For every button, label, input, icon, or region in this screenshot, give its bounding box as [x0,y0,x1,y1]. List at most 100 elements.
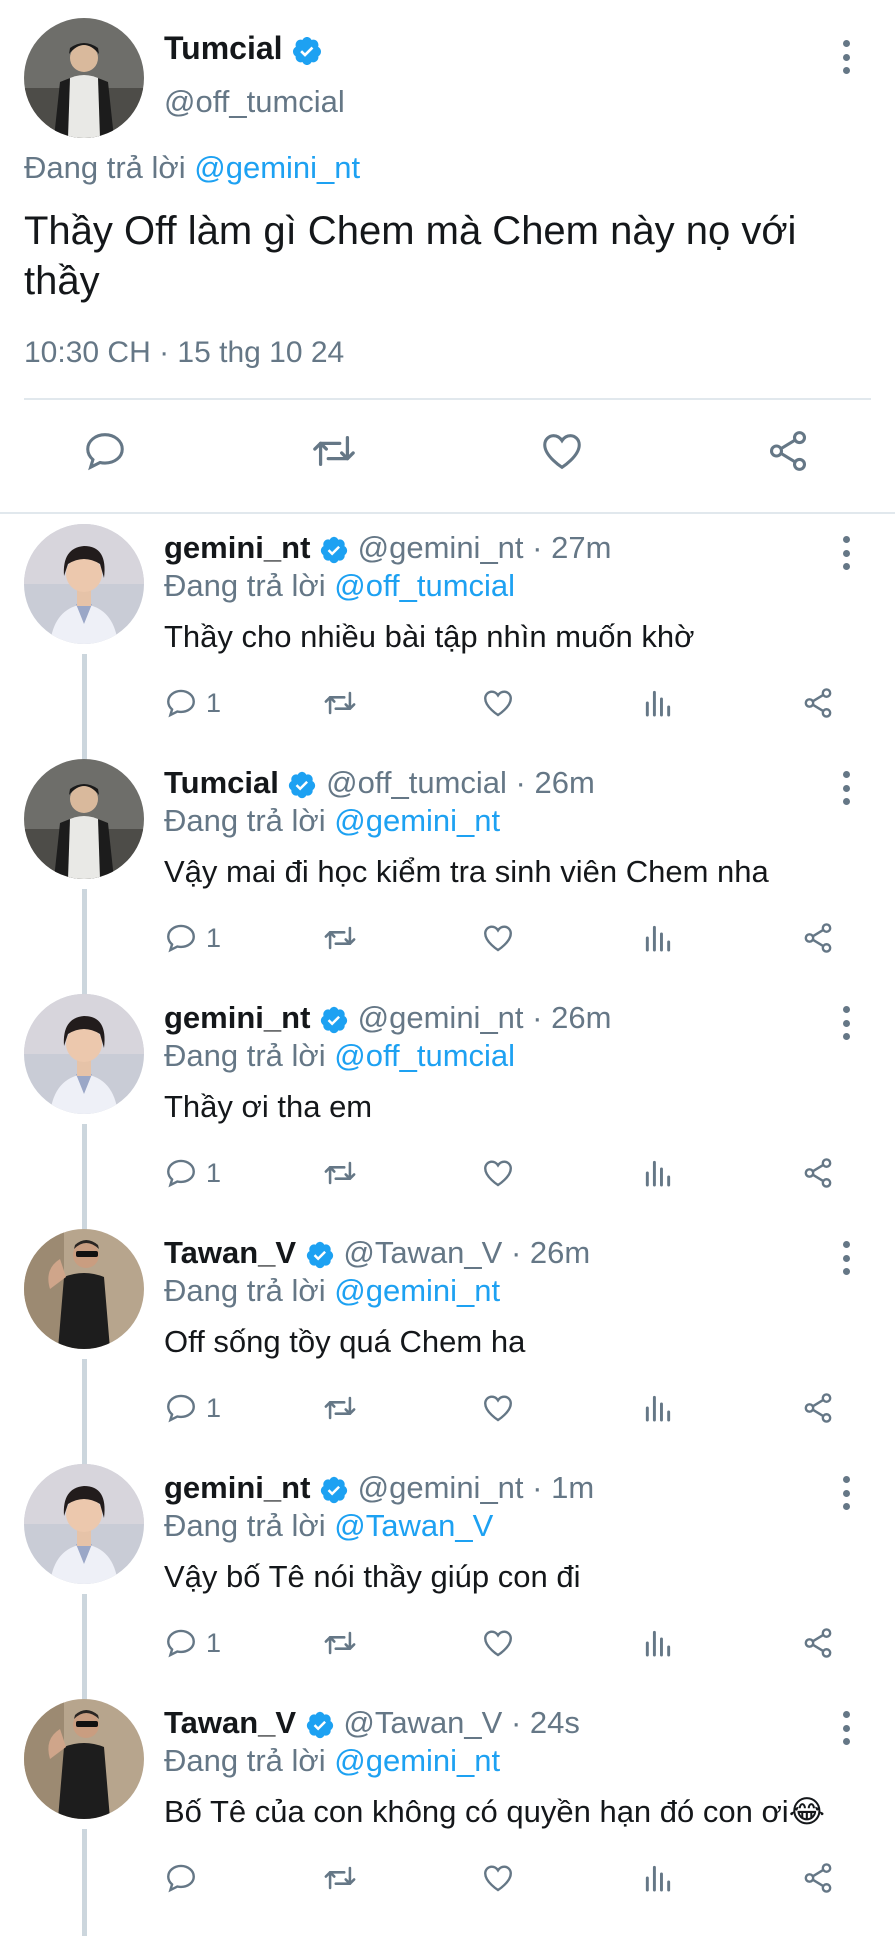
verified-badge-icon [320,1006,348,1033]
verified-badge-icon [320,1476,348,1503]
reply-tweet[interactable]: gemini_nt @gemini_nt · 1m Đang trả lời @… [0,1454,895,1701]
avatar[interactable] [24,1699,144,1819]
author-handle[interactable]: @gemini_nt [358,1000,524,1035]
replying-to: Đang trả lời @Tawan_V [164,1508,493,1544]
reply-icon[interactable] [82,428,128,479]
reply-icon [167,924,195,953]
reply-button[interactable]: 1 [164,921,221,955]
share-icon[interactable] [764,428,812,479]
like-icon[interactable] [480,1861,516,1895]
avatar[interactable] [24,524,144,644]
verified-badge-icon [306,1241,333,1268]
replying-to: Đang trả lời @off_tumcial [164,568,515,604]
like-icon[interactable] [538,428,586,479]
reply-timestamp[interactable]: · 26m [532,1000,611,1035]
analytics-icon[interactable] [642,1626,674,1660]
replying-to-mention[interactable]: @Tawan_V [334,1508,493,1543]
tweet-text: Thầy Off làm gì Chem mà Chem này nọ với … [24,209,797,303]
avatar[interactable] [24,1464,144,1584]
author-handle[interactable]: @gemini_nt [358,530,524,565]
author-name[interactable]: gemini_nt [164,1000,310,1035]
replying-to-mention[interactable]: @gemini_nt [334,1273,500,1308]
more-options-icon[interactable] [839,1006,853,1040]
like-icon[interactable] [480,921,516,955]
share-icon[interactable] [800,1391,836,1425]
like-icon[interactable] [480,1156,516,1190]
more-options-icon[interactable] [839,1711,853,1745]
author-handle[interactable]: @gemini_nt [358,1470,524,1505]
reply-timestamp[interactable]: · 1m [532,1470,594,1505]
replying-to-mention[interactable]: @gemini_nt [194,150,360,185]
analytics-icon[interactable] [642,1391,674,1425]
replying-prefix: Đang trả lời [164,803,326,838]
main-tweet: Tumcial @off_tumcial Đang trả lời @gemin… [0,0,895,514]
retweet-icon[interactable] [320,1391,360,1425]
author-name[interactable]: gemini_nt [164,1470,310,1505]
reply-button[interactable]: 1 [164,686,221,720]
reply-count: 1 [206,922,222,953]
reply-timestamp[interactable]: · 24s [511,1705,580,1740]
analytics-icon[interactable] [642,1861,674,1895]
avatar[interactable] [24,1229,144,1349]
thread-connector-line [82,654,87,761]
reply-button[interactable] [164,1861,206,1895]
reply-tweet[interactable]: Tawan_V @Tawan_V · 24s Đang trả lời @gem… [0,1689,895,1936]
reply-timestamp[interactable]: · 27m [532,530,611,565]
reply-timestamp[interactable]: · 26m [511,1235,590,1270]
author-handle[interactable]: @off_tumcial [326,765,507,800]
author-handle[interactable]: @off_tumcial [164,84,345,120]
reply-button[interactable]: 1 [164,1156,221,1190]
replying-to-mention[interactable]: @gemini_nt [334,1743,500,1778]
tweet-timestamp[interactable]: 10:30 CH · 15 thg 10 24 [24,336,344,370]
share-icon[interactable] [800,1861,836,1895]
more-options-icon[interactable] [839,1476,853,1510]
like-icon[interactable] [480,1391,516,1425]
share-icon[interactable] [800,1626,836,1660]
author-name[interactable]: Tawan_V [164,1235,296,1270]
reply-tweet[interactable]: gemini_nt @gemini_nt · 26m Đang trả lời … [0,984,895,1231]
retweet-icon[interactable] [320,686,360,720]
retweet-icon[interactable] [320,1156,360,1190]
replying-to-mention[interactable]: @gemini_nt [334,803,500,838]
author-name[interactable]: gemini_nt [164,530,310,565]
retweet-icon[interactable] [320,921,360,955]
reply-actions: 1 [164,921,895,961]
analytics-icon[interactable] [642,921,674,955]
reply-button[interactable]: 1 [164,1626,221,1660]
reply-tweet[interactable]: Tumcial @off_tumcial · 26m Đang trả lời … [0,749,895,996]
author-name[interactable]: Tawan_V [164,1705,296,1740]
reply-button[interactable]: 1 [164,1391,221,1425]
share-icon[interactable] [800,1156,836,1190]
reply-icon [167,1629,195,1658]
analytics-icon[interactable] [642,686,674,720]
like-icon[interactable] [480,686,516,720]
reply-tweet[interactable]: Tawan_V @Tawan_V · 26m Đang trả lời @gem… [0,1219,895,1466]
more-options-icon[interactable] [839,536,853,570]
retweet-icon[interactable] [320,1626,360,1660]
retweet-icon[interactable] [320,1861,360,1895]
analytics-icon[interactable] [642,1156,674,1190]
reply-icon [167,1864,195,1893]
avatar[interactable] [24,994,144,1114]
replying-to-mention[interactable]: @off_tumcial [334,568,515,603]
author-name[interactable]: Tumcial [164,30,323,67]
author-handle[interactable]: @Tawan_V [343,1705,502,1740]
reply-actions: 1 [164,686,895,726]
reply-icon [167,689,195,718]
reply-actions: 1 [164,1156,895,1196]
share-icon[interactable] [800,686,836,720]
retweet-icon[interactable] [308,428,360,479]
more-options-icon[interactable] [839,40,853,74]
replying-to-mention[interactable]: @off_tumcial [334,1038,515,1073]
author-handle[interactable]: @Tawan_V [343,1235,502,1270]
like-icon[interactable] [480,1626,516,1660]
author-name[interactable]: Tumcial [164,765,279,800]
reply-timestamp[interactable]: · 26m [516,765,595,800]
avatar[interactable] [24,759,144,879]
more-options-icon[interactable] [839,771,853,805]
avatar[interactable] [24,18,144,138]
more-options-icon[interactable] [839,1241,853,1275]
reply-tweet[interactable]: gemini_nt @gemini_nt · 27m Đang trả lời … [0,514,895,761]
share-icon[interactable] [800,921,836,955]
reply-header: Tawan_V @Tawan_V · 26m [164,1235,590,1271]
